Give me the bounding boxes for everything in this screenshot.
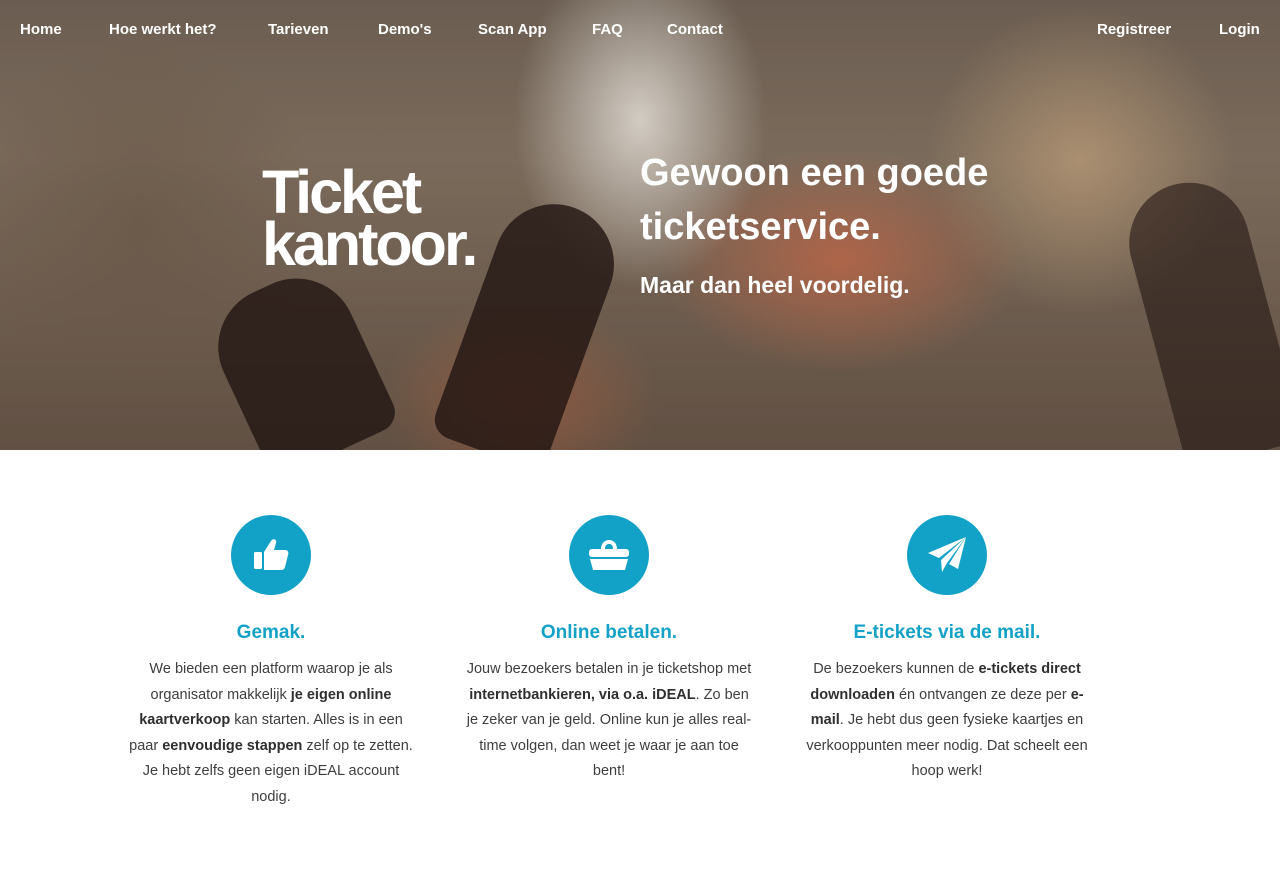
feature-e-tickets: E-tickets via de mail. De bezoekers kunn… — [802, 515, 1092, 785]
bold-part: eenvoudige stappen — [162, 737, 303, 754]
feature-description: We bieden een platform waarop je als org… — [126, 657, 416, 810]
nav-login[interactable]: Login — [1219, 21, 1260, 39]
feature-gemak: Gemak. We bieden een platform waarop je … — [126, 515, 416, 810]
logo-line-2: kantoor. — [262, 210, 478, 278]
text-part: . Je hebt dus geen fysieke kaartjes en v… — [806, 712, 1088, 779]
text-part: De bezoekers kunnen de — [813, 661, 979, 677]
wallet-icon — [589, 540, 629, 570]
hero-headline: Gewoon een goede ticketservice. — [640, 152, 989, 248]
paper-plane-icon — [928, 537, 966, 572]
nav-home[interactable]: Home — [20, 21, 62, 39]
nav-registreer[interactable]: Registreer — [1097, 21, 1171, 39]
feature-title: E-tickets via de mail. — [853, 622, 1041, 643]
nav-scan-app[interactable]: Scan App — [478, 21, 547, 39]
feature-description: Jouw bezoekers betalen in je ticketshop … — [464, 657, 754, 785]
hero-banner: Home Hoe werkt het? Tarieven Demo's Scan… — [0, 0, 1280, 450]
nav-faq[interactable]: FAQ — [592, 21, 623, 39]
thumbs-up-icon — [254, 539, 289, 570]
feature-description: De bezoekers kunnen de e-tickets direct … — [802, 657, 1092, 785]
hand-silhouette — [198, 258, 402, 450]
bold-part: internetbankieren, via o.a. iDEAL — [469, 686, 696, 703]
text-part: én ontvangen ze deze per — [894, 686, 1071, 703]
nav-contact[interactable]: Contact — [667, 21, 723, 39]
nav-tarieven[interactable]: Tarieven — [268, 21, 329, 39]
nav-hoe-werkt-het[interactable]: Hoe werkt het? — [109, 21, 217, 39]
feature-icon-circle — [569, 515, 649, 595]
feature-title: Gemak. — [236, 622, 306, 643]
ticketkantoor-logo[interactable]: Ticket kantoor. — [262, 162, 478, 278]
feature-title: Online betalen. — [540, 622, 678, 643]
nav-demos[interactable]: Demo's — [378, 21, 432, 39]
feature-online-betalen: Online betalen. Jouw bezoekers betalen i… — [464, 515, 754, 785]
hero-subline: Maar dan heel voordelig. — [640, 272, 910, 298]
feature-icon-circle — [231, 515, 311, 595]
top-nav: Home Hoe werkt het? Tarieven Demo's Scan… — [0, 0, 1280, 60]
text-part: Jouw bezoekers betalen in je ticketshop … — [466, 661, 752, 677]
hand-silhouette — [1115, 169, 1280, 450]
feature-icon-circle — [907, 515, 987, 595]
